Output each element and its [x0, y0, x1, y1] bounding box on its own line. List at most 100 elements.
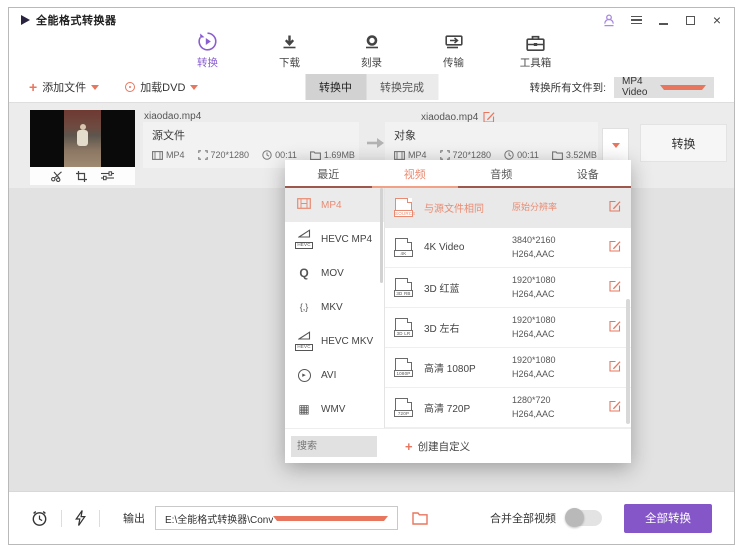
- format-item-hevc-mp4[interactable]: HEVC HEVC MP4: [285, 222, 384, 256]
- plus-icon: +: [29, 80, 37, 94]
- burn-icon: [364, 30, 380, 52]
- quicktime-icon: Q: [295, 267, 313, 279]
- app-title: 全能格式转换器: [36, 12, 117, 28]
- film-icon: [394, 151, 405, 160]
- nav-tab-download[interactable]: 下载: [264, 30, 316, 72]
- nav-tab-burn[interactable]: 刻录: [346, 30, 398, 72]
- menu-icon[interactable]: [629, 13, 643, 27]
- clock-icon: [504, 150, 514, 160]
- target-card-title: 对象: [394, 127, 589, 143]
- tab-finished[interactable]: 转换完成: [366, 74, 438, 100]
- popup-tabs: 最近 视频 音频 设备: [285, 160, 631, 188]
- preset-3d-red-blue[interactable]: 3D RB 3D 红蓝 1920*1080H264,AAC: [385, 268, 631, 308]
- dvd-disc-icon: [125, 82, 135, 92]
- duration-meta: 00:11: [262, 150, 297, 160]
- nav-tab-toolbox[interactable]: 工具箱: [510, 30, 562, 72]
- output-format-value: MP4 Video: [622, 76, 660, 98]
- trim-scissors-icon[interactable]: [51, 171, 63, 182]
- popup-tab-device[interactable]: 设备: [545, 160, 632, 188]
- preset-file-icon: 3D LR: [395, 318, 412, 337]
- preset-3d-left-right[interactable]: 3D LR 3D 左右 1920*1080H264,AAC: [385, 308, 631, 348]
- chevron-down-icon: [612, 143, 620, 148]
- preset-file-icon: 4K: [395, 238, 412, 257]
- convert-all-to-label: 转换所有文件到:: [530, 80, 606, 95]
- load-dvd-button[interactable]: 加载DVD: [125, 79, 198, 95]
- preset-list-scrollbar[interactable]: [626, 299, 630, 424]
- convert-row-button[interactable]: 转换: [640, 124, 727, 162]
- preset-file-icon: 3D RB: [395, 278, 412, 297]
- edit-pencil-icon[interactable]: [609, 359, 621, 377]
- search-input[interactable]: [291, 436, 377, 457]
- output-format-dropdown[interactable]: MP4 Video: [614, 77, 714, 98]
- output-label: 输出: [123, 510, 145, 526]
- filesize-meta: 1.69MB: [310, 150, 355, 160]
- add-files-button[interactable]: + 添加文件: [29, 79, 99, 95]
- account-icon[interactable]: [602, 13, 616, 27]
- chevron-down-icon: [190, 85, 198, 90]
- hevc-play-icon: HEVC: [295, 229, 313, 249]
- hevc-play-icon: HEVC: [295, 331, 313, 351]
- format-item-mp4[interactable]: MP4: [285, 188, 384, 222]
- maximize-icon[interactable]: [683, 13, 697, 27]
- format-item-mov[interactable]: Q MOV: [285, 256, 384, 290]
- format-item-avi[interactable]: ▸ AVI: [285, 358, 384, 392]
- edit-pencil-icon[interactable]: [609, 319, 621, 337]
- source-card-title: 源文件: [152, 127, 350, 143]
- preset-hd-720p[interactable]: 720P 高清 720P 1280*720H264,AAC: [385, 388, 631, 428]
- download-icon: [282, 30, 297, 52]
- toolbox-icon: [526, 30, 545, 52]
- target-format-dropdown-button[interactable]: [602, 128, 629, 162]
- preset-same-as-source[interactable]: SOURCE 与源文件相同 原始分辨率: [385, 188, 631, 228]
- minimize-icon[interactable]: [656, 13, 670, 27]
- tab-converting[interactable]: 转换中: [305, 74, 366, 100]
- output-path-value: E:\全能格式转换器\Converted: [165, 511, 273, 526]
- convert-all-button[interactable]: 全部转换: [624, 504, 712, 533]
- folder-icon: [310, 151, 321, 160]
- preset-4k-video[interactable]: 4K 4K Video 3840*2160H264,AAC: [385, 228, 631, 268]
- format-item-hevc-mkv[interactable]: HEVC HEVC MKV: [285, 324, 384, 358]
- effects-sliders-icon[interactable]: [101, 171, 114, 181]
- edit-pencil-icon[interactable]: [609, 239, 621, 257]
- content-area: xiaodao.mp4 源文件 MP4 720*1280 00:11: [9, 103, 734, 491]
- preset-list: SOURCE 与源文件相同 原始分辨率 4K 4K Video 3840*216…: [385, 188, 631, 428]
- schedule-alarm-icon[interactable]: [31, 510, 48, 527]
- preset-file-icon: 720P: [395, 398, 412, 417]
- create-custom-button[interactable]: + 创建自定义: [405, 439, 470, 454]
- plus-icon: +: [405, 440, 413, 453]
- clock-icon: [262, 150, 272, 160]
- popup-tab-recent[interactable]: 最近: [285, 160, 372, 188]
- format-item-wmv[interactable]: ▦ WMV: [285, 392, 384, 426]
- popup-tab-video[interactable]: 视频: [372, 160, 459, 188]
- film-icon: [152, 151, 163, 160]
- bottombar: 输出 E:\全能格式转换器\Converted 合并全部视频 全部转换: [9, 491, 734, 544]
- merge-all-videos-label: 合并全部视频: [490, 510, 556, 526]
- format-item-m4v[interactable]: ▷ M4V: [285, 426, 384, 428]
- film-icon: [295, 198, 313, 212]
- convert-icon: [197, 30, 218, 52]
- preset-hd-1080p[interactable]: 1080P 高清 1080P 1920*1080H264,AAC: [385, 348, 631, 388]
- crop-icon[interactable]: [76, 171, 87, 182]
- app-window: 全能格式转换器 × 转换 下载: [8, 7, 735, 545]
- popup-tab-audio[interactable]: 音频: [458, 160, 545, 188]
- edit-pencil-icon[interactable]: [609, 199, 621, 217]
- close-icon[interactable]: ×: [710, 13, 724, 27]
- format-list-scrollbar[interactable]: [380, 188, 383, 283]
- convert-status-tabs: 转换中 转换完成: [305, 74, 438, 100]
- edit-pencil-icon[interactable]: [609, 279, 621, 297]
- chevron-down-icon: [660, 85, 706, 90]
- filesize-meta: 3.52MB: [552, 150, 597, 160]
- clapperboard-icon: ▦: [295, 403, 313, 415]
- nav-tab-convert[interactable]: 转换: [182, 30, 234, 72]
- output-path-dropdown[interactable]: E:\全能格式转换器\Converted: [155, 506, 398, 530]
- high-speed-lightning-icon[interactable]: [75, 510, 86, 526]
- merge-toggle[interactable]: [566, 510, 602, 526]
- nav-tab-transfer[interactable]: 传输: [428, 30, 480, 72]
- play-circle-icon: ▸: [295, 369, 313, 382]
- edit-pencil-icon[interactable]: [609, 399, 621, 417]
- toggle-knob: [565, 508, 584, 527]
- transfer-icon: [445, 30, 463, 52]
- open-folder-icon[interactable]: [412, 512, 428, 525]
- folder-icon: [552, 151, 563, 160]
- format-item-mkv[interactable]: {,} MKV: [285, 290, 384, 324]
- active-tab-underline: [372, 186, 459, 188]
